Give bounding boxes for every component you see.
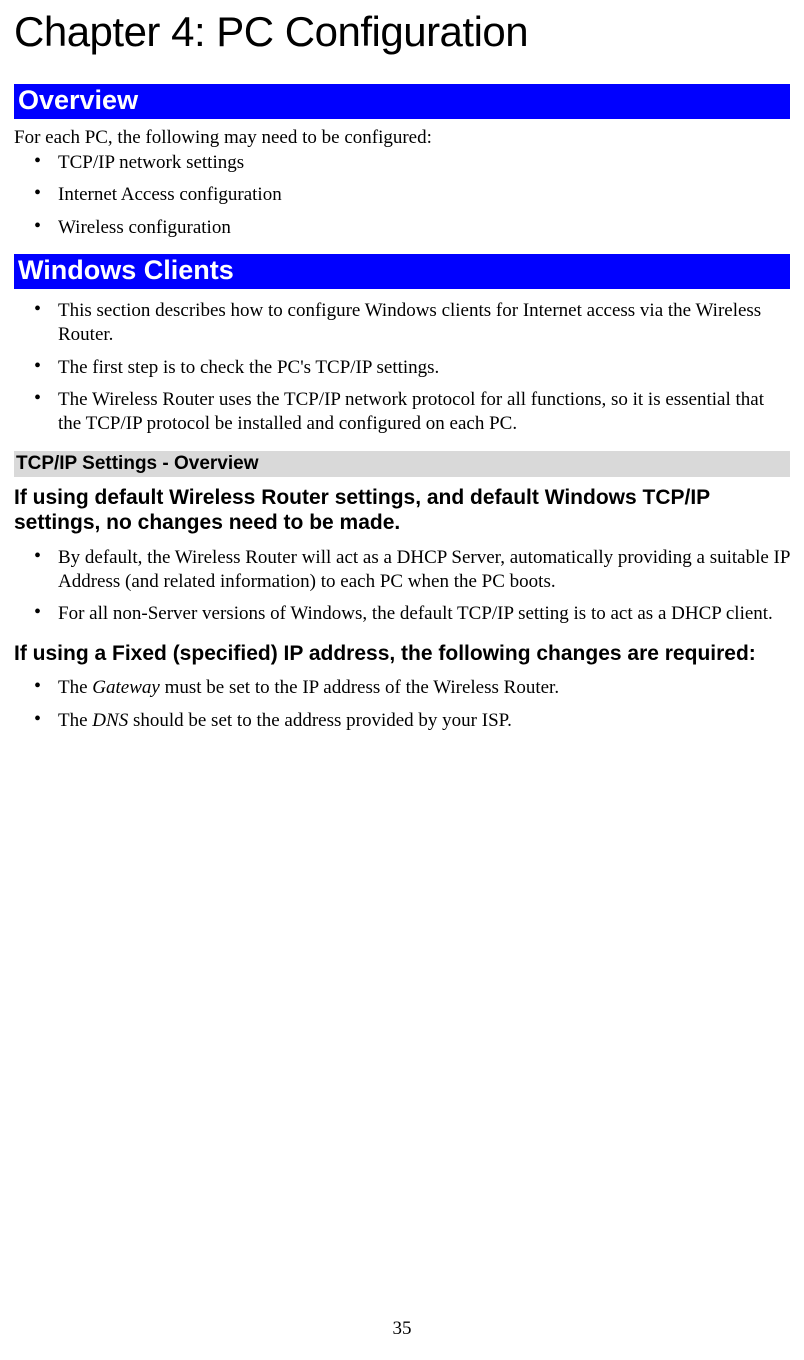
section-heading-windows-clients: Windows Clients: [14, 254, 790, 289]
list-item: The Gateway must be set to the IP addres…: [34, 676, 790, 700]
list-item: The first step is to check the PC's TCP/…: [34, 356, 790, 380]
windows-bullet-list: This section describes how to configure …: [14, 299, 790, 437]
fixed-ip-note: If using a Fixed (specified) IP address,…: [14, 641, 790, 667]
list-item: This section describes how to configure …: [34, 299, 790, 348]
overview-lead: For each PC, the following may need to b…: [14, 127, 790, 149]
text: The: [58, 710, 92, 731]
text: should be set to the address provided by…: [128, 710, 512, 731]
document-page: Chapter 4: PC Configuration Overview For…: [0, 0, 804, 733]
list-item: Internet Access configuration: [34, 183, 790, 207]
text: The: [58, 677, 92, 698]
text: must be set to the IP address of the Wir…: [160, 677, 559, 698]
chapter-title: Chapter 4: PC Configuration: [14, 8, 790, 56]
list-item: The DNS should be set to the address pro…: [34, 709, 790, 733]
default-bullet-list: By default, the Wireless Router will act…: [14, 546, 790, 627]
page-number: 35: [0, 1318, 804, 1340]
list-item: For all non-Server versions of Windows, …: [34, 602, 790, 626]
overview-bullet-list: TCP/IP network settings Internet Access …: [14, 151, 790, 240]
fixed-bullet-list: The Gateway must be set to the IP addres…: [14, 676, 790, 733]
list-item: Wireless configuration: [34, 216, 790, 240]
emphasis-gateway: Gateway: [92, 677, 160, 698]
list-item: The Wireless Router uses the TCP/IP netw…: [34, 388, 790, 437]
section-heading-overview: Overview: [14, 84, 790, 119]
emphasis-dns: DNS: [92, 710, 128, 731]
list-item: By default, the Wireless Router will act…: [34, 546, 790, 595]
default-settings-note: If using default Wireless Router setting…: [14, 485, 790, 536]
subheading-tcpip-overview: TCP/IP Settings - Overview: [14, 451, 790, 477]
list-item: TCP/IP network settings: [34, 151, 790, 175]
